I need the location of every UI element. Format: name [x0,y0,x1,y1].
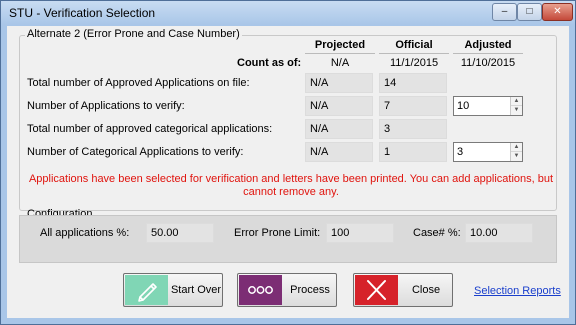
verification-selection-window: STU - Verification Selection ‒ □ ✕ Alter… [0,0,576,325]
dialog-body: Alternate 2 (Error Prone and Case Number… [7,26,569,318]
close-icon: ✕ [553,6,562,17]
close-label: Close [411,284,441,296]
selection-reports-link[interactable]: Selection Reports [474,285,561,297]
approved-applications-official: 14 [379,73,447,93]
approved-applications-projected: N/A [305,73,373,93]
pencil-icon [125,275,168,305]
chevron-down-icon[interactable]: ▼ [511,106,522,115]
applications-to-verify-official: 7 [379,96,447,116]
stepper-buttons: ▲ ▼ [510,143,522,161]
window-close-button[interactable]: ✕ [542,3,573,21]
count-as-of-official: 11/1/2015 [389,57,439,69]
case-percent-label: Case# %: [413,227,461,239]
count-as-of-label: Count as of: [237,57,302,69]
start-over-button[interactable]: Start Over [123,273,223,307]
start-over-label: Start Over [170,284,222,296]
stepper-buttons: ▲ ▼ [510,97,522,115]
all-applications-percent-field: 50.00 [146,223,214,243]
column-header-projected: Projected [305,39,375,54]
process-button[interactable]: Process [237,273,337,307]
group-legend: Alternate 2 (Error Prone and Case Number… [25,28,242,40]
row-label-categorical-applications: Total number of approved categorical app… [27,123,273,135]
categorical-to-verify-adjusted-stepper[interactable]: 3 ▲ ▼ [453,142,523,162]
categorical-to-verify-adjusted-value[interactable]: 3 [457,146,463,158]
applications-to-verify-adjusted-value[interactable]: 10 [457,100,469,112]
maximize-button[interactable]: □ [517,3,542,21]
x-icon [355,275,398,305]
row-label-applications-to-verify: Number of Applications to verify: [27,100,185,112]
categorical-to-verify-official: 1 [379,142,447,162]
chevron-up-icon[interactable]: ▲ [511,97,522,106]
column-header-official: Official [379,39,449,54]
selection-warning-message: Applications have been selected for veri… [28,173,554,198]
count-as-of-adjusted: 11/10/2015 [460,57,516,69]
column-header-adjusted: Adjusted [453,39,523,54]
maximize-icon: □ [526,6,533,17]
applications-to-verify-adjusted-stepper[interactable]: 10 ▲ ▼ [453,96,523,116]
minimize-button[interactable]: ‒ [492,3,517,21]
row-label-approved-applications: Total number of Approved Applications on… [27,77,250,89]
dots-icon [239,275,282,305]
error-prone-limit-field: 100 [326,223,394,243]
categorical-applications-projected: N/A [305,119,373,139]
chevron-up-icon[interactable]: ▲ [511,143,522,152]
applications-to-verify-projected: N/A [305,96,373,116]
case-percent-field: 10.00 [465,223,533,243]
row-label-categorical-to-verify: Number of Categorical Applications to ve… [27,146,244,158]
categorical-to-verify-projected: N/A [305,142,373,162]
window-title: STU - Verification Selection [9,6,156,20]
error-prone-limit-label: Error Prone Limit: [234,227,321,239]
minimize-icon: ‒ [501,6,508,17]
all-applications-label: All applications %: [40,227,130,239]
title-bar[interactable]: STU - Verification Selection ‒ □ ✕ [1,1,575,25]
chevron-down-icon[interactable]: ▼ [511,152,522,161]
count-as-of-projected: N/A [330,57,350,69]
close-button[interactable]: Close [353,273,453,307]
categorical-applications-official: 3 [379,119,447,139]
configuration-panel: All applications %: 50.00 Error Prone Li… [19,215,557,263]
process-label: Process [290,284,330,296]
